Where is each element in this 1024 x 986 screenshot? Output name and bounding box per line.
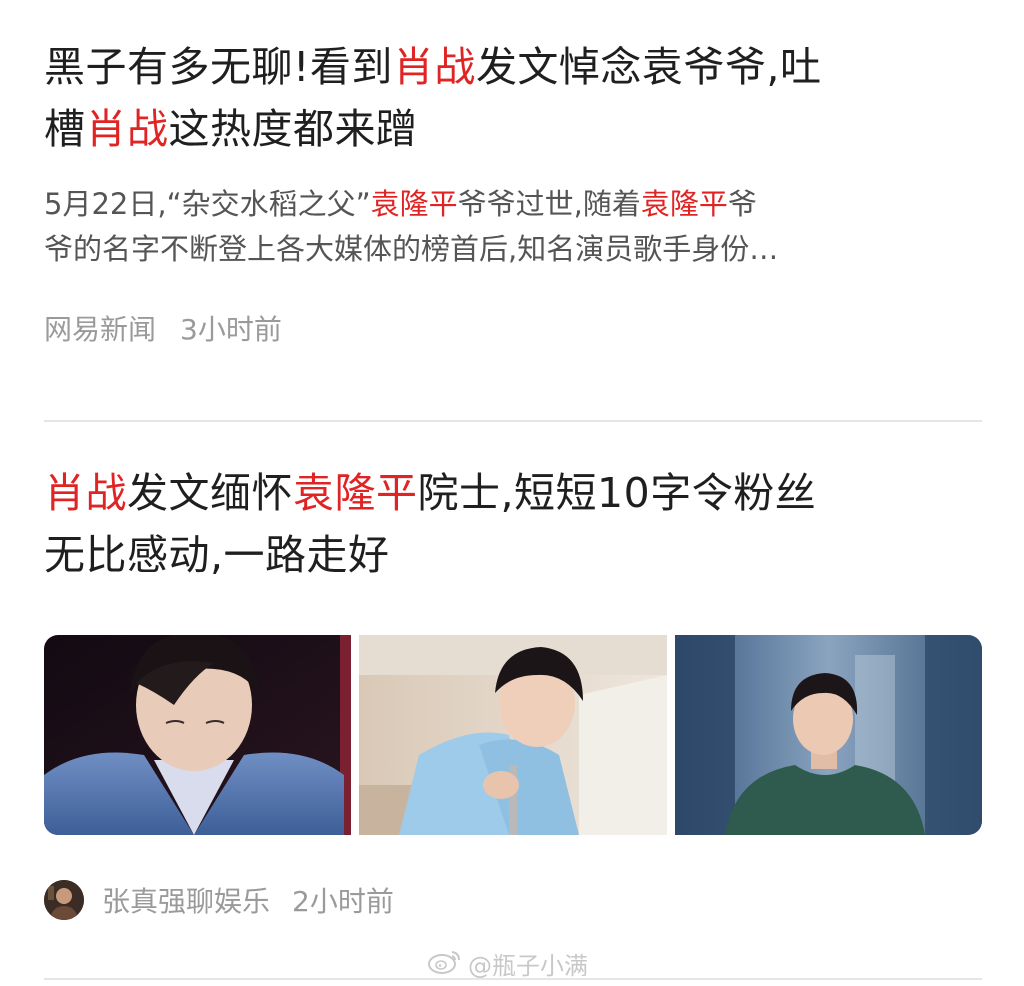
news-card-2[interactable]: 肖战发文缅怀袁隆平院士,短短10字令粉丝 无比感动,一路走好 bbox=[44, 462, 984, 586]
thumbnail-strip[interactable] bbox=[44, 635, 982, 835]
thumbnail-photo-green-sweater[interactable] bbox=[674, 635, 982, 835]
thumbnail-photo-light-blue-shirt[interactable] bbox=[359, 635, 667, 835]
title-text: 无比感动,一路走好 bbox=[44, 531, 390, 579]
thumbnail-photo-denim-jacket[interactable] bbox=[44, 635, 352, 835]
title-keyword-highlight: 肖战 bbox=[44, 469, 127, 517]
title-keyword-highlight: 肖战 bbox=[392, 43, 476, 91]
title-text: 槽 bbox=[44, 105, 86, 153]
watermark-text: @瓶子小满 bbox=[468, 952, 588, 980]
source-name[interactable]: 网易新闻 bbox=[44, 308, 156, 348]
article-title[interactable]: 黑子有多无聊!看到肖战发文悼念袁爷爷,吐 槽肖战这热度都来蹭 bbox=[44, 36, 984, 160]
title-keyword-highlight: 肖战 bbox=[85, 105, 169, 153]
news-card-1[interactable]: 黑子有多无聊!看到肖战发文悼念袁爷爷,吐 槽肖战这热度都来蹭 5月22日,“杂交水… bbox=[44, 36, 984, 348]
title-keyword-highlight: 袁隆平 bbox=[293, 469, 418, 517]
summary-text: 爷 bbox=[727, 187, 757, 221]
summary-text: 爷的名字不断登上各大媒体的榜首后,知名演员歌手身份… bbox=[44, 232, 779, 266]
weibo-icon bbox=[428, 948, 462, 980]
divider bbox=[44, 420, 982, 422]
title-text: 黑子有多无聊!看到 bbox=[44, 43, 393, 91]
divider bbox=[44, 978, 982, 980]
article-summary: 5月22日,“杂交水稻之父”袁隆平爷爷过世,随着袁隆平爷 爷的名字不断登上各大媒体… bbox=[44, 182, 984, 272]
title-text: 发文缅怀 bbox=[127, 469, 293, 517]
title-text: 这热度都来蹭 bbox=[168, 105, 418, 153]
article-title[interactable]: 肖战发文缅怀袁隆平院士,短短10字令粉丝 无比感动,一路走好 bbox=[44, 462, 984, 586]
article-meta: 网易新闻 3小时前 bbox=[44, 308, 984, 348]
article-meta: 张真强聊娱乐 2小时前 bbox=[44, 880, 394, 920]
summary-text: 爷爷过世,随着 bbox=[457, 187, 641, 221]
summary-keyword-highlight: 袁隆平 bbox=[370, 187, 458, 221]
summary-text: 5月22日,“杂交水稻之父” bbox=[44, 187, 371, 221]
watermark: @瓶子小满 bbox=[428, 946, 588, 981]
author-name[interactable]: 张真强聊娱乐 bbox=[102, 880, 270, 920]
timestamp: 2小时前 bbox=[292, 885, 394, 918]
title-text: 发文悼念袁爷爷,吐 bbox=[475, 43, 822, 91]
avatar[interactable] bbox=[44, 880, 84, 920]
summary-keyword-highlight: 袁隆平 bbox=[640, 187, 728, 221]
title-text: 院士,短短10字令粉丝 bbox=[417, 469, 817, 517]
timestamp: 3小时前 bbox=[180, 313, 282, 346]
